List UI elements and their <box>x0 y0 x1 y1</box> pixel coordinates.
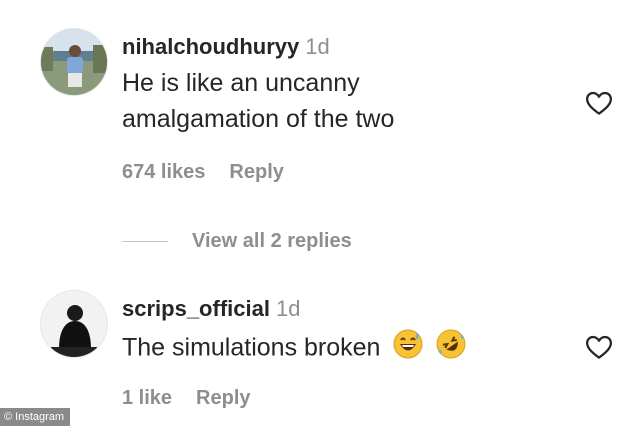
avatar[interactable] <box>40 290 108 358</box>
comment-meta: 674 likes Reply <box>122 161 308 184</box>
timestamp[interactable]: 1d <box>276 296 300 321</box>
avatar[interactable] <box>40 28 108 96</box>
username-link[interactable]: nihalchoudhuryy <box>122 34 299 59</box>
comment-header: nihalchoudhuryy 1d <box>122 34 330 60</box>
view-replies-label: View all 2 replies <box>192 229 352 252</box>
likes-count[interactable]: 1 like <box>122 387 172 409</box>
comment-text-line-1: The simulations broken <box>122 333 381 362</box>
instagram-watermark: © Instagram <box>0 408 71 426</box>
comment-text: The simulations broken <box>122 329 466 369</box>
comment-header: scrips_official 1d <box>122 296 300 322</box>
divider-line <box>122 240 168 242</box>
comment-text-line-2: amalgamation of the two <box>122 105 395 133</box>
profile-photo-icon <box>41 29 107 95</box>
reply-button[interactable]: Reply <box>229 161 283 183</box>
grinning-sweat-emoji-icon <box>393 329 423 369</box>
heart-outline-icon[interactable] <box>584 88 614 118</box>
rolling-on-floor-laughing-emoji-icon <box>436 329 466 369</box>
heart-outline-icon[interactable] <box>584 332 614 362</box>
reply-button[interactable]: Reply <box>196 387 250 409</box>
username-link[interactable]: scrips_official <box>122 296 270 321</box>
profile-photo-icon <box>41 291 107 357</box>
likes-count[interactable]: 674 likes <box>122 161 205 183</box>
comment-text: He is like an uncanny amalgamation of th… <box>122 65 394 137</box>
comment-meta: 1 like Reply <box>122 387 275 410</box>
comment-text-line-1: He is like an uncanny <box>122 69 360 97</box>
view-replies-button[interactable]: View all 2 replies <box>122 226 352 256</box>
timestamp[interactable]: 1d <box>305 34 329 59</box>
